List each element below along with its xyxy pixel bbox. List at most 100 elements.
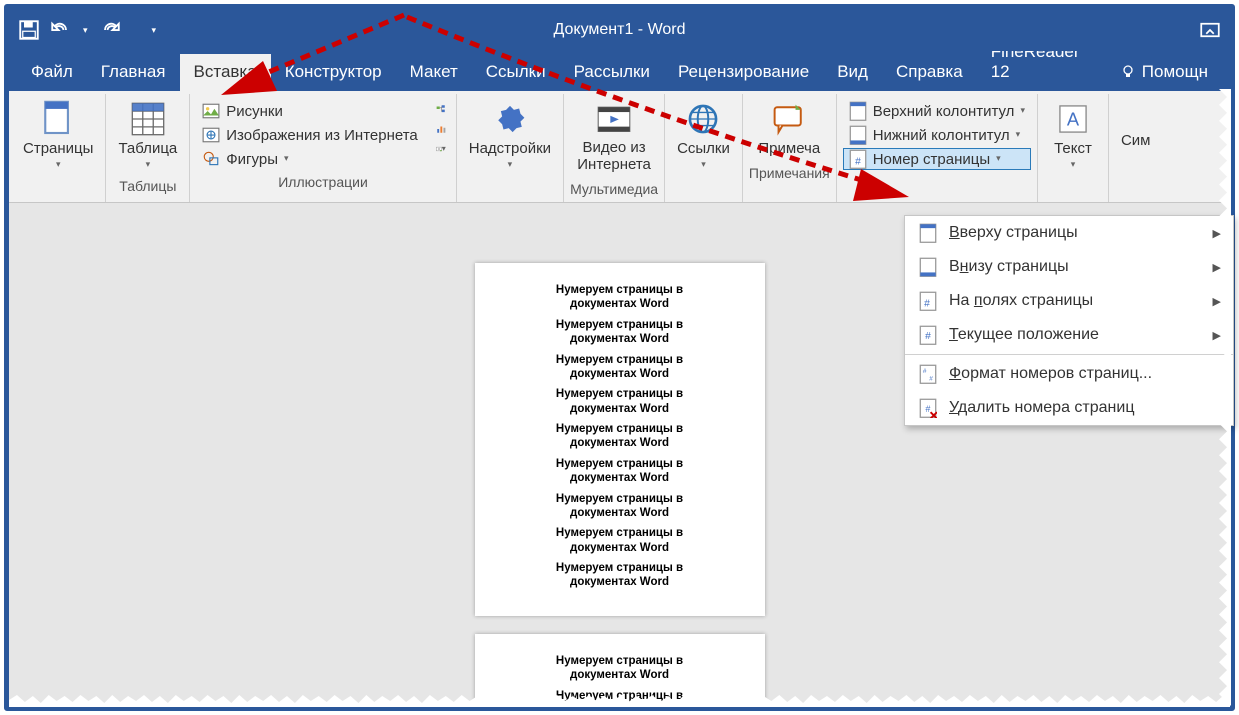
chevron-down-icon: ▾ [508,159,513,170]
page-icon [41,102,75,136]
chevron-down-icon: ▾ [1071,159,1076,170]
tab-layout[interactable]: Макет [396,54,472,91]
chevron-down-icon: ▾ [56,159,61,170]
chevron-down-icon: ▾ [284,153,289,164]
shapes-icon [202,150,220,168]
addins-button[interactable]: Надстройки ▾ [463,98,557,174]
footer-icon [849,126,867,144]
menu-top-of-page[interactable]: Вверху страницы ▶ [905,216,1233,250]
svg-text:#: # [925,404,930,414]
page-number-label: Номер страницы [873,151,990,168]
page-number-menu: Вверху страницы ▶ Внизу страницы ▶ # На … [904,215,1234,426]
group-comments: Примечания [749,161,830,184]
symbols-button[interactable]: Сим [1115,98,1157,153]
tab-file[interactable]: Файл [17,54,87,91]
tab-help[interactable]: Справка [882,54,977,91]
addin-icon [493,102,527,136]
tab-home[interactable]: Главная [87,54,180,91]
tell-me-label: Помощн [1142,62,1208,82]
tab-review[interactable]: Рецензирование [664,54,823,91]
menu-current-label: Текущее положение [949,326,1099,344]
online-pictures-button[interactable]: Изображения из Интернета [196,124,423,146]
page-bottom-icon [919,258,937,276]
pictures-button[interactable]: Рисунки [196,100,423,122]
table-label: Таблица [118,140,177,157]
lightbulb-icon [1120,64,1136,80]
menu-page-margins[interactable]: # На полях страницы ▶ [905,284,1233,318]
tab-design[interactable]: Конструктор [271,54,396,91]
tab-references[interactable]: Ссылки [472,54,560,91]
pictures-label: Рисунки [226,103,283,120]
footer-label: Нижний колонтитул [873,127,1010,144]
group-pages-spacer [17,174,99,197]
header-button[interactable]: Верхний колонтитул ▾ [843,100,1031,122]
qat-customize-icon[interactable]: ▾ [152,25,157,36]
ribbon-tabs: Файл Главная Вставка Конструктор Макет С… [9,51,1230,91]
comment-icon [772,102,806,136]
text-button[interactable]: A Текст ▾ [1044,98,1102,174]
smartart-icon[interactable] [432,100,450,118]
page-margin-icon: # [919,292,937,310]
shapes-button[interactable]: Фигуры ▾ [196,148,423,170]
header-icon [849,102,867,120]
undo-more-icon[interactable]: ▾ [83,25,88,36]
comment-button[interactable]: Примеча [752,98,826,161]
redo-icon[interactable] [100,20,120,40]
ribbon-display-icon[interactable] [1200,20,1220,40]
menu-format-label: Формат номеров страниц... [949,365,1152,383]
addins-label: Надстройки [469,140,551,157]
svg-text:#: # [929,375,933,382]
tab-view[interactable]: Вид [823,54,882,91]
menu-margins-label: На полях страницы [949,292,1093,310]
tab-insert[interactable]: Вставка [180,54,271,91]
pages-label: Страницы [23,140,93,157]
ribbon: Страницы ▾ Таблица ▾ Таблицы [9,91,1230,203]
shapes-label: Фигуры [226,151,278,168]
svg-text:#: # [923,368,927,375]
svg-text:#: # [924,298,930,309]
symbols-label: Сим [1121,132,1151,149]
online-picture-icon [202,126,220,144]
title-bar: ▾ ▾ Документ1 - Word [9,9,1230,51]
page-top-icon [919,224,937,242]
menu-bottom-of-page[interactable]: Внизу страницы ▶ [905,250,1233,284]
group-links-spacer [671,174,736,197]
footer-button[interactable]: Нижний колонтитул ▾ [843,124,1031,146]
group-addins-spacer [463,174,557,197]
comment-label: Примеча [758,140,820,157]
chart-icon[interactable] [432,120,450,138]
online-video-button[interactable]: Видео из Интернета [570,98,658,177]
menu-top-label: Вверху страницы [949,224,1078,242]
pages-button[interactable]: Страницы ▾ [17,98,99,174]
window-title: Документ1 - Word [553,21,685,39]
menu-remove-page-numbers[interactable]: # Удалить номера страниц [905,391,1233,425]
header-label: Верхний колонтитул [873,103,1015,120]
group-media: Мультимедиа [570,177,658,200]
menu-bottom-label: Внизу страницы [949,258,1069,276]
video-icon [597,102,631,136]
links-button[interactable]: Ссылки ▾ [671,98,736,174]
undo-icon[interactable] [51,20,71,40]
group-illustrations: Иллюстрации [196,170,449,193]
table-icon [131,102,165,136]
tell-me[interactable]: Помощн [1106,54,1222,91]
group-tables: Таблицы [112,174,183,197]
chevron-down-icon: ▾ [1020,105,1025,116]
chevron-down-icon: ▾ [146,159,151,170]
links-label: Ссылки [677,140,730,157]
chevron-down-icon: ▾ [701,159,706,170]
chevron-down-icon: ▾ [996,153,1001,164]
menu-current-position[interactable]: # Текущее положение ▶ [905,318,1233,352]
save-icon[interactable] [19,20,39,40]
format-number-icon: ## [919,365,937,383]
page-number-button[interactable]: # Номер страницы ▾ [843,148,1031,170]
menu-format-page-numbers[interactable]: ## Формат номеров страниц... [905,357,1233,391]
group-text-spacer [1044,174,1102,197]
tab-mailings[interactable]: Рассылки [560,54,664,91]
picture-icon [202,102,220,120]
page-current-icon: # [919,326,937,344]
link-icon [686,102,720,136]
screenshot-icon[interactable]: ▾ [432,140,450,158]
svg-text:#: # [925,331,931,342]
table-button[interactable]: Таблица ▾ [112,98,183,174]
